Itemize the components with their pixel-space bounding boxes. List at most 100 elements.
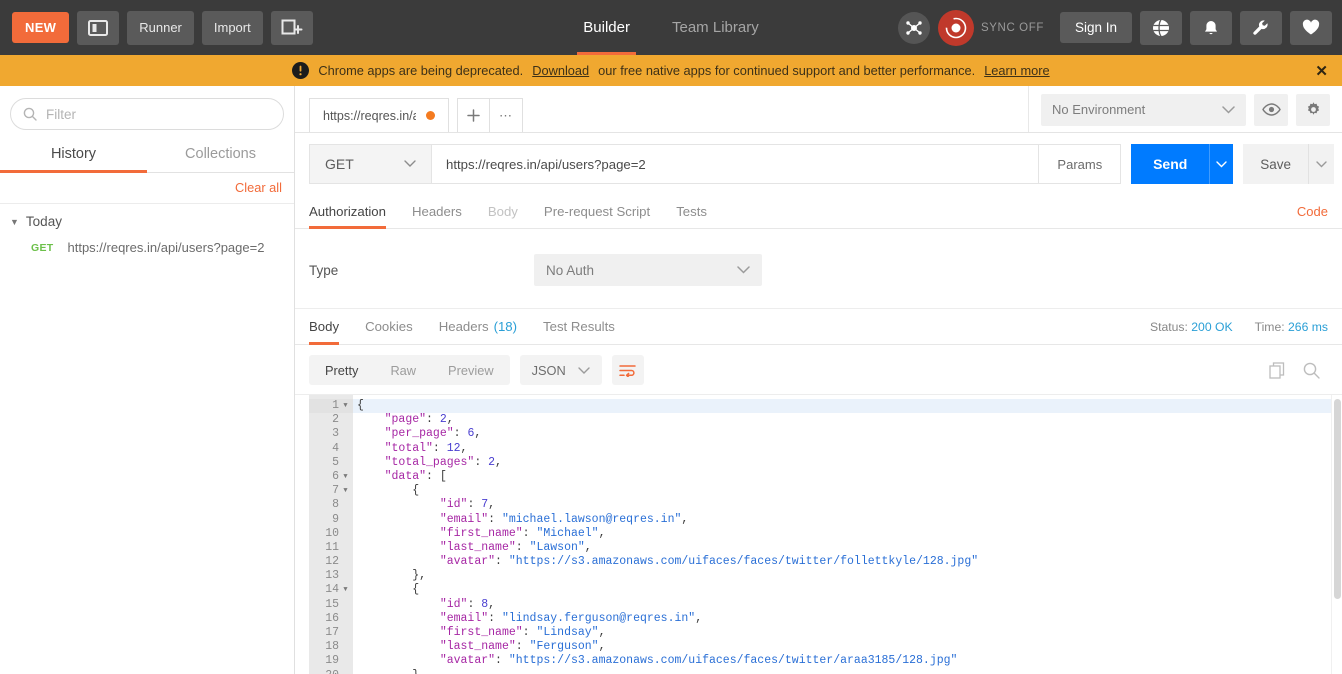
interceptor-icon[interactable]: [898, 12, 930, 44]
response-headers-count: (18): [494, 319, 517, 334]
alert-circle-icon: [292, 62, 309, 79]
http-method-label: GET: [325, 156, 354, 172]
response-view-toolbar: Pretty Raw Preview JSON: [295, 345, 1342, 394]
fold-toggle-icon[interactable]: ▼: [342, 470, 349, 484]
auth-type-label: Type: [309, 263, 534, 278]
sync-status-group[interactable]: SYNC OFF: [938, 10, 1044, 46]
deprecation-banner: Chrome apps are being deprecated. Downlo…: [0, 55, 1342, 86]
tab-body: Body: [488, 195, 518, 228]
line-number-gutter: 1▼23456▼7▼891011121314▼151617181920: [309, 395, 353, 674]
banner-text-middle: our free native apps for continued suppo…: [598, 63, 975, 78]
line-number: 13: [309, 569, 353, 583]
view-mode-raw[interactable]: Raw: [374, 355, 432, 385]
code-line: "avatar": "https://s3.amazonaws.com/uifa…: [353, 555, 1331, 569]
response-tab-test-results[interactable]: Test Results: [543, 309, 615, 344]
app-header: NEW Runner Import Builder Team Library S…: [0, 0, 1342, 55]
tab-authorization[interactable]: Authorization: [309, 195, 386, 228]
code-line: "id": 7,: [353, 498, 1331, 512]
response-format-selector[interactable]: JSON: [520, 355, 602, 385]
fold-toggle-icon[interactable]: ▼: [342, 399, 349, 413]
search-input[interactable]: Filter: [10, 98, 284, 130]
fold-toggle-icon[interactable]: ▼: [342, 583, 349, 597]
heart-icon[interactable]: [1290, 11, 1332, 45]
code-editor[interactable]: 1▼23456▼7▼891011121314▼151617181920 { "p…: [309, 395, 1331, 674]
banner-content: Chrome apps are being deprecated. Downlo…: [292, 62, 1049, 79]
environment-selector[interactable]: No Environment: [1041, 94, 1246, 126]
time-label: Time:: [1255, 320, 1285, 334]
code-link[interactable]: Code: [1297, 204, 1328, 219]
response-body-viewer: 1▼23456▼7▼891011121314▼151617181920 { "p…: [295, 394, 1342, 674]
code-line: "last_name": "Ferguson",: [353, 640, 1331, 654]
code-line: "first_name": "Lindsay",: [353, 626, 1331, 640]
view-mode-pretty[interactable]: Pretty: [309, 355, 374, 385]
sidebar-tab-collections[interactable]: Collections: [147, 138, 294, 172]
sync-status-label: SYNC OFF: [981, 22, 1044, 34]
plus-icon[interactable]: [457, 98, 490, 132]
url-input[interactable]: https://reqres.in/api/users?page=2: [431, 144, 1039, 184]
code-line: "data": [: [353, 470, 1331, 484]
ellipsis-icon[interactable]: ⋯: [490, 98, 523, 132]
code-line: "email": "michael.lawson@reqres.in",: [353, 513, 1331, 527]
response-tab-body[interactable]: Body: [309, 309, 339, 344]
code-line: "last_name": "Lawson",: [353, 541, 1331, 555]
wrench-icon[interactable]: [1240, 11, 1282, 45]
banner-learn-more-link[interactable]: Learn more: [984, 63, 1049, 78]
fold-toggle-icon[interactable]: ▼: [342, 484, 349, 498]
sidebar-tabs: History Collections: [0, 138, 294, 173]
tab-headers[interactable]: Headers: [412, 195, 462, 228]
sidebar-tab-history[interactable]: History: [0, 138, 147, 172]
clear-all-button[interactable]: Clear all: [235, 180, 282, 195]
globe-icon[interactable]: [1140, 11, 1182, 45]
close-icon[interactable]: ✕: [1315, 62, 1328, 80]
scrollbar-thumb[interactable]: [1334, 399, 1341, 599]
send-options-chevron-down-icon[interactable]: [1209, 144, 1233, 184]
line-number: 10: [309, 527, 353, 541]
code-line: "page": 2,: [353, 413, 1331, 427]
send-button[interactable]: Send: [1131, 144, 1209, 184]
tab-pre-request-script[interactable]: Pre-request Script: [544, 195, 650, 228]
search-icon[interactable]: [1303, 362, 1320, 379]
chevron-down-icon: [1222, 106, 1235, 114]
bell-icon[interactable]: [1190, 11, 1232, 45]
params-button[interactable]: Params: [1039, 144, 1121, 184]
save-options-chevron-down-icon[interactable]: [1308, 144, 1334, 184]
request-tab[interactable]: https://reqres.in/api/u: [309, 98, 449, 132]
unsaved-indicator-icon: [426, 111, 435, 120]
copy-icon[interactable]: [1269, 362, 1285, 379]
response-tab-headers[interactable]: Headers (18): [439, 309, 517, 344]
tab-builder[interactable]: Builder: [577, 0, 636, 55]
new-button[interactable]: NEW: [12, 12, 69, 43]
filter-area: Filter: [0, 86, 294, 138]
history-group-today[interactable]: ▼ Today: [0, 204, 294, 235]
save-button[interactable]: Save: [1243, 144, 1308, 184]
banner-download-link[interactable]: Download: [532, 63, 589, 78]
history-group-label: Today: [26, 214, 62, 229]
line-number: 8: [309, 498, 353, 512]
clear-all-row: Clear all: [0, 173, 294, 204]
list-item[interactable]: GET https://reqres.in/api/users?page=2: [0, 235, 294, 260]
tab-team-library[interactable]: Team Library: [666, 0, 765, 55]
code-line: "total_pages": 2,: [353, 456, 1331, 470]
header-left-group: NEW Runner Import: [12, 11, 313, 45]
scrollbar[interactable]: [1331, 395, 1342, 674]
http-method-selector[interactable]: GET: [309, 144, 431, 184]
code-content[interactable]: { "page": 2, "per_page": 6, "total": 12,…: [353, 395, 1331, 674]
eye-icon[interactable]: [1254, 94, 1288, 126]
word-wrap-icon[interactable]: [612, 355, 644, 385]
panel-toggle-icon[interactable]: [77, 11, 119, 45]
tab-tests[interactable]: Tests: [676, 195, 707, 228]
line-number: 7▼: [309, 484, 353, 498]
code-line: "per_page": 6,: [353, 427, 1331, 441]
line-number: 9: [309, 513, 353, 527]
sign-in-button[interactable]: Sign In: [1060, 12, 1132, 43]
auth-type-selector[interactable]: No Auth: [534, 254, 762, 286]
runner-button[interactable]: Runner: [127, 11, 194, 45]
gear-icon[interactable]: [1296, 94, 1330, 126]
line-number: 5: [309, 456, 353, 470]
response-tab-cookies[interactable]: Cookies: [365, 309, 413, 344]
new-window-icon[interactable]: [271, 11, 313, 45]
view-mode-preview[interactable]: Preview: [432, 355, 510, 385]
time-value: 266 ms: [1288, 320, 1328, 334]
line-number: 15: [309, 598, 353, 612]
import-button[interactable]: Import: [202, 11, 263, 45]
